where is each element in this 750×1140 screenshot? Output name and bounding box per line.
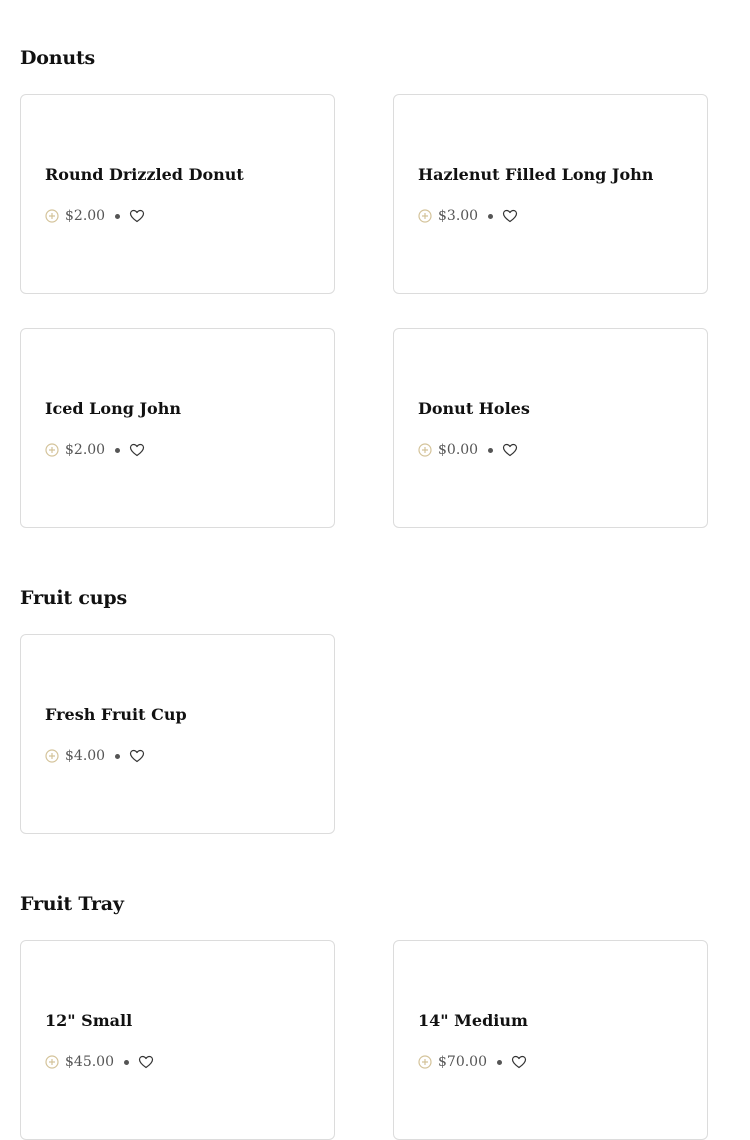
menu-item-price: $2.00 <box>65 208 106 224</box>
add-circle-icon[interactable] <box>418 443 432 457</box>
menu-item-meta: $0.00 <box>418 439 518 461</box>
menu-item-price: $4.00 <box>65 748 106 764</box>
dot-separator <box>497 1059 502 1065</box>
heart-outline-icon[interactable] <box>502 208 518 224</box>
menu-item-card[interactable]: Iced Long John $2.00 <box>20 328 335 528</box>
menu-item-price: $2.00 <box>65 442 106 458</box>
add-circle-icon[interactable] <box>418 209 432 223</box>
menu-item-card[interactable]: 12" Small $45.00 <box>20 940 335 1140</box>
menu-item-card[interactable]: Round Drizzled Donut $2.00 <box>20 94 335 294</box>
menu-item-name: Donut Holes <box>418 399 530 418</box>
menu-item-card[interactable]: 14" Medium $70.00 <box>393 940 708 1140</box>
menu-item-price: $0.00 <box>438 442 479 458</box>
menu-item-meta: $2.00 <box>45 205 145 227</box>
menu-item-meta: $70.00 <box>418 1051 527 1073</box>
menu-item-price: $3.00 <box>438 208 479 224</box>
section-title-donuts: Donuts <box>20 47 96 69</box>
add-circle-icon[interactable] <box>45 443 59 457</box>
menu-item-name: Iced Long John <box>45 399 181 418</box>
dot-separator <box>124 1059 129 1065</box>
menu-item-name: 12" Small <box>45 1011 133 1030</box>
menu-item-name: Hazlenut Filled Long John <box>418 165 654 184</box>
add-circle-icon[interactable] <box>45 749 59 763</box>
menu-item-price: $70.00 <box>438 1054 487 1070</box>
dot-separator <box>488 447 494 453</box>
add-circle-icon[interactable] <box>418 1055 432 1069</box>
heart-outline-icon[interactable] <box>129 208 145 224</box>
heart-outline-icon[interactable] <box>511 1054 527 1070</box>
menu-item-meta: $3.00 <box>418 205 518 227</box>
add-circle-icon[interactable] <box>45 1055 59 1069</box>
heart-outline-icon[interactable] <box>138 1054 154 1070</box>
menu-item-name: 14" Medium <box>418 1011 528 1030</box>
dot-separator <box>115 447 121 453</box>
menu-item-name: Fresh Fruit Cup <box>45 705 187 724</box>
heart-outline-icon[interactable] <box>129 442 145 458</box>
menu-item-meta: $45.00 <box>45 1051 154 1073</box>
heart-outline-icon[interactable] <box>129 748 145 764</box>
dot-separator <box>115 213 121 219</box>
menu-item-price: $45.00 <box>65 1054 114 1070</box>
section-title-fruit-cups: Fruit cups <box>20 587 127 609</box>
dot-separator <box>488 213 494 219</box>
menu-item-card[interactable]: Donut Holes $0.00 <box>393 328 708 528</box>
dot-separator <box>115 753 121 759</box>
menu-item-card[interactable]: Hazlenut Filled Long John $3.00 <box>393 94 708 294</box>
section-title-fruit-tray: Fruit Tray <box>20 893 124 915</box>
menu-item-name: Round Drizzled Donut <box>45 165 244 184</box>
menu-item-meta: $2.00 <box>45 439 145 461</box>
menu-item-meta: $4.00 <box>45 745 145 767</box>
heart-outline-icon[interactable] <box>502 442 518 458</box>
add-circle-icon[interactable] <box>45 209 59 223</box>
menu-item-card[interactable]: Fresh Fruit Cup $4.00 <box>20 634 335 834</box>
